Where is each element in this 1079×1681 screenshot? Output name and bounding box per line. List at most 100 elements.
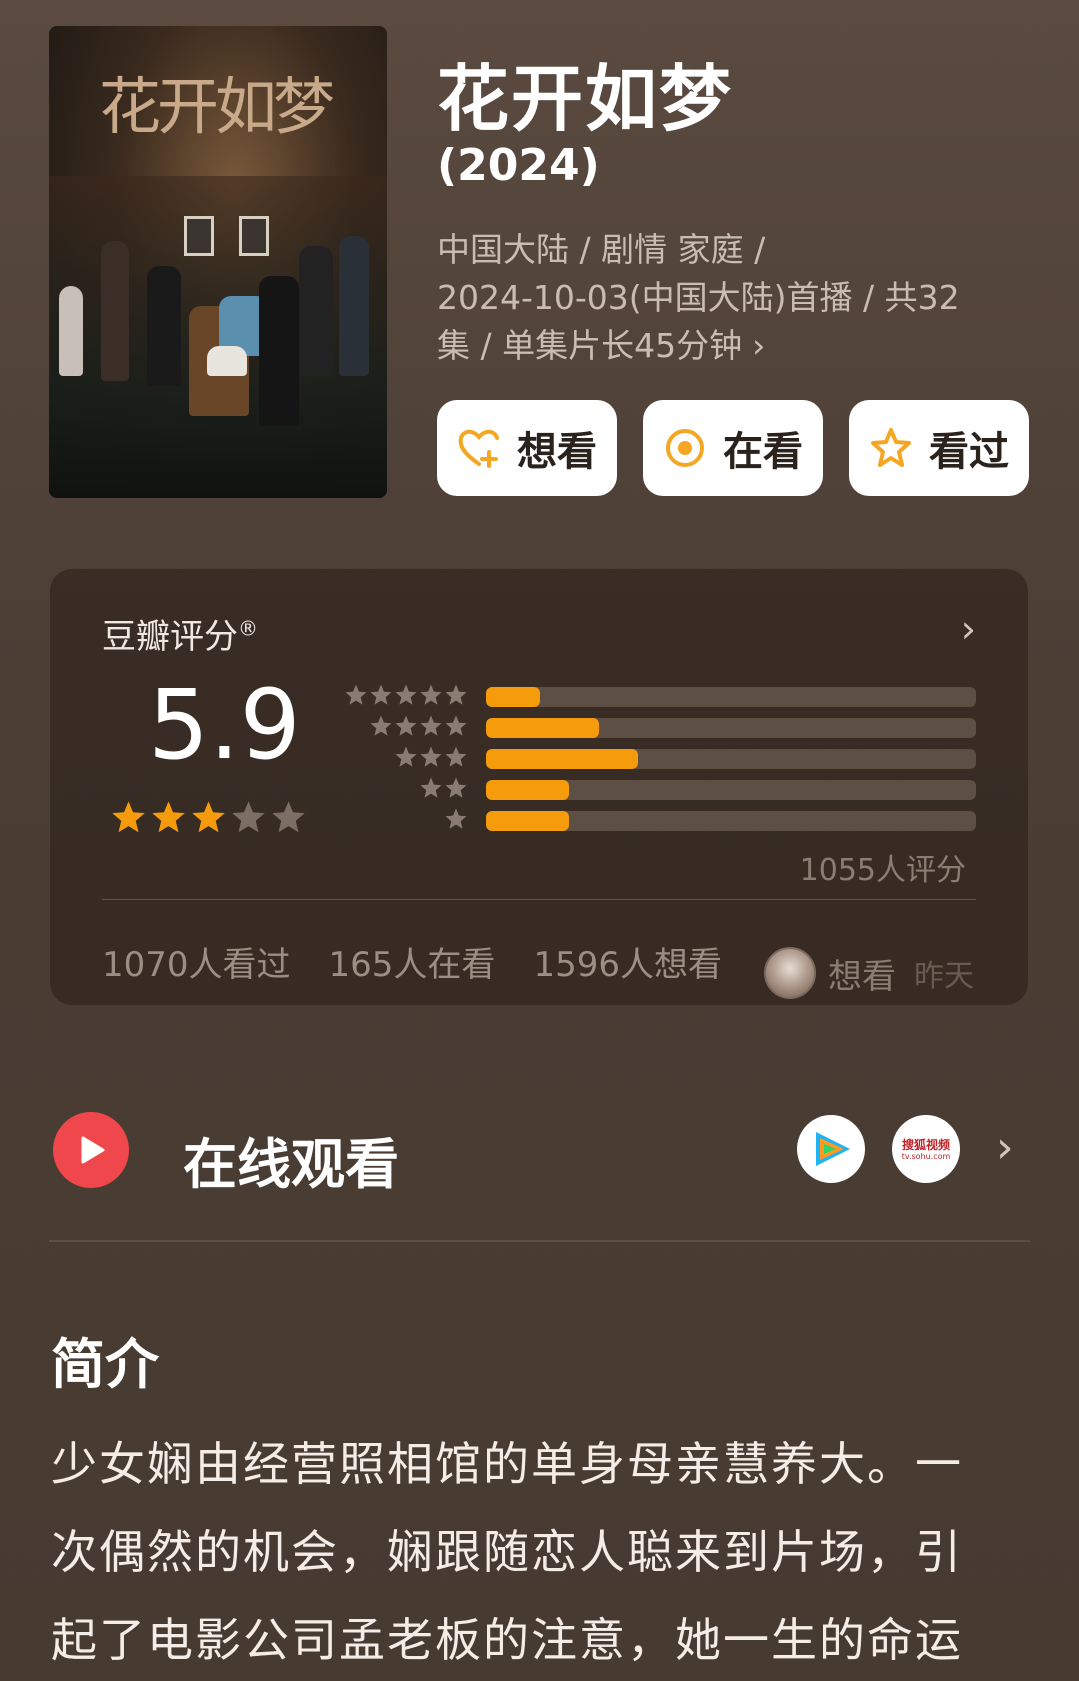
score-stars: [110, 799, 307, 840]
meta-line: 2024-10-03(中国大陆)首播 / 共32: [437, 278, 960, 317]
poster-frame-2: [239, 216, 269, 256]
star-outline-icon: [869, 426, 913, 470]
rating-card[interactable]: 豆瓣评分® › 5.9 1055人评分 1070人看过 165人在看 1596人…: [50, 569, 1028, 1005]
star-small-icon: [394, 683, 418, 711]
rating-score: 5.9: [148, 669, 301, 781]
divider: [49, 1240, 1030, 1242]
bar-fill: [486, 810, 570, 831]
bar-stars: [356, 745, 486, 773]
meta-line: 集 / 单集片长45分钟 ›: [437, 322, 1017, 370]
bar-track: [486, 810, 976, 831]
meta-line: 中国大陆 / 剧情 家庭 /: [437, 230, 766, 269]
sohu-logo-text: 搜狐视频: [901, 1137, 950, 1152]
star-empty-icon: [270, 799, 307, 840]
rating-bar-row: [356, 712, 976, 743]
star-small-icon: [369, 683, 393, 711]
want-to-watch-button[interactable]: 想看: [437, 400, 617, 496]
rating-distribution: [345, 681, 976, 836]
bar-fill: [486, 717, 599, 738]
star-small-icon: [419, 745, 443, 773]
star-small-icon: [444, 745, 468, 773]
chevron-right-icon: ›: [752, 326, 766, 365]
bar-track: [486, 717, 976, 738]
meta-info[interactable]: 中国大陆 / 剧情 家庭 / 2024-10-03(中国大陆)首播 / 共32 …: [437, 226, 1017, 370]
avatar: [764, 947, 816, 999]
bar-stars: [356, 714, 486, 742]
star-filled-icon: [150, 799, 187, 840]
poster-frame-1: [184, 216, 214, 256]
intro-title: 简介: [51, 1333, 159, 1396]
heart-plus-icon: [457, 426, 501, 470]
chevron-right-icon[interactable]: ›: [996, 1122, 1014, 1173]
divider: [102, 899, 976, 900]
star-small-icon: [394, 745, 418, 773]
poster-figure: [259, 276, 299, 426]
rating-bar-row: [356, 743, 976, 774]
rating-label-text: 豆瓣评分: [102, 617, 238, 657]
star-small-icon: [444, 714, 468, 742]
intro-line: 起了电影公司孟老板的注意，她一生的命运: [51, 1613, 963, 1667]
registered-mark: ®: [238, 616, 258, 641]
star-small-icon: [444, 683, 468, 711]
watching-label: 在看: [723, 429, 803, 475]
watching-count[interactable]: 165人在看: [329, 937, 496, 986]
star-empty-icon: [230, 799, 267, 840]
poster-scene: [49, 176, 387, 498]
star-small-icon: [419, 683, 443, 711]
want-count[interactable]: 1596人想看: [533, 937, 722, 986]
poster-figure: [339, 236, 369, 376]
rating-bar-row: [356, 774, 976, 805]
sohu-video-icon[interactable]: 搜狐视频 tv.sohu.com: [892, 1115, 960, 1183]
tencent-video-icon[interactable]: [797, 1115, 865, 1183]
star-filled-icon: [190, 799, 227, 840]
page-title: 花开如梦: [437, 57, 734, 141]
rating-label: 豆瓣评分®: [102, 609, 258, 658]
star-small-icon: [444, 776, 468, 804]
want-to-watch-label: 想看: [517, 429, 597, 475]
watched-count[interactable]: 1070人看过: [102, 937, 291, 986]
release-year: (2024): [437, 140, 600, 191]
chevron-right-icon[interactable]: ›: [961, 607, 976, 651]
star-filled-icon: [110, 799, 147, 840]
rating-count: 1055人评分: [799, 853, 966, 888]
poster-title-art: 花开如梦: [99, 70, 335, 143]
star-small-icon: [444, 807, 468, 835]
friend-action: 想看: [828, 956, 896, 997]
star-small-icon: [419, 714, 443, 742]
sohu-logo-subtext: tv.sohu.com: [901, 1151, 951, 1161]
poster-figure: [207, 346, 247, 376]
intro-text[interactable]: 少女娴由经营照相馆的单身母亲慧养大。一 次偶然的机会，娴跟随恋人聪来到片场，引 …: [51, 1420, 1031, 1681]
poster-figure: [147, 266, 181, 386]
watched-label: 看过: [929, 429, 1009, 475]
intro-line: 次偶然的机会，娴跟随恋人聪来到片场，引: [51, 1525, 963, 1579]
watch-stats: 1070人看过 165人在看 1596人想看: [102, 937, 722, 986]
star-small-icon: [369, 714, 393, 742]
friend-activity[interactable]: 想看 昨天: [764, 947, 974, 999]
play-icon[interactable]: [53, 1112, 129, 1188]
poster-image[interactable]: 花开如梦: [49, 26, 387, 498]
star-small-icon: [394, 714, 418, 742]
bar-stars: [345, 683, 486, 711]
bar-fill: [486, 686, 540, 707]
bar-track: [486, 779, 976, 800]
star-small-icon: [419, 776, 443, 804]
rating-bar-row: [345, 681, 976, 712]
rating-bar-row: [356, 805, 976, 836]
bar-track: [486, 748, 976, 769]
watching-button[interactable]: 在看: [643, 400, 823, 496]
poster-figure: [101, 241, 129, 381]
bar-fill: [486, 779, 570, 800]
poster-figure: [299, 246, 333, 376]
bar-fill: [486, 748, 638, 769]
watch-online-label[interactable]: 在线观看: [183, 1120, 399, 1199]
poster-figure: [59, 286, 83, 376]
target-icon: [663, 426, 707, 470]
intro-line: 少女娴由经营照相馆的单身母亲慧养大。一: [51, 1437, 963, 1491]
friend-time: 昨天: [914, 959, 974, 994]
watched-button[interactable]: 看过: [849, 400, 1029, 496]
meta-line-text: 集 / 单集片长45分钟: [437, 326, 743, 365]
bar-stars: [356, 776, 486, 804]
bar-stars: [356, 807, 486, 835]
star-small-icon: [344, 683, 368, 711]
bar-track: [486, 686, 976, 707]
